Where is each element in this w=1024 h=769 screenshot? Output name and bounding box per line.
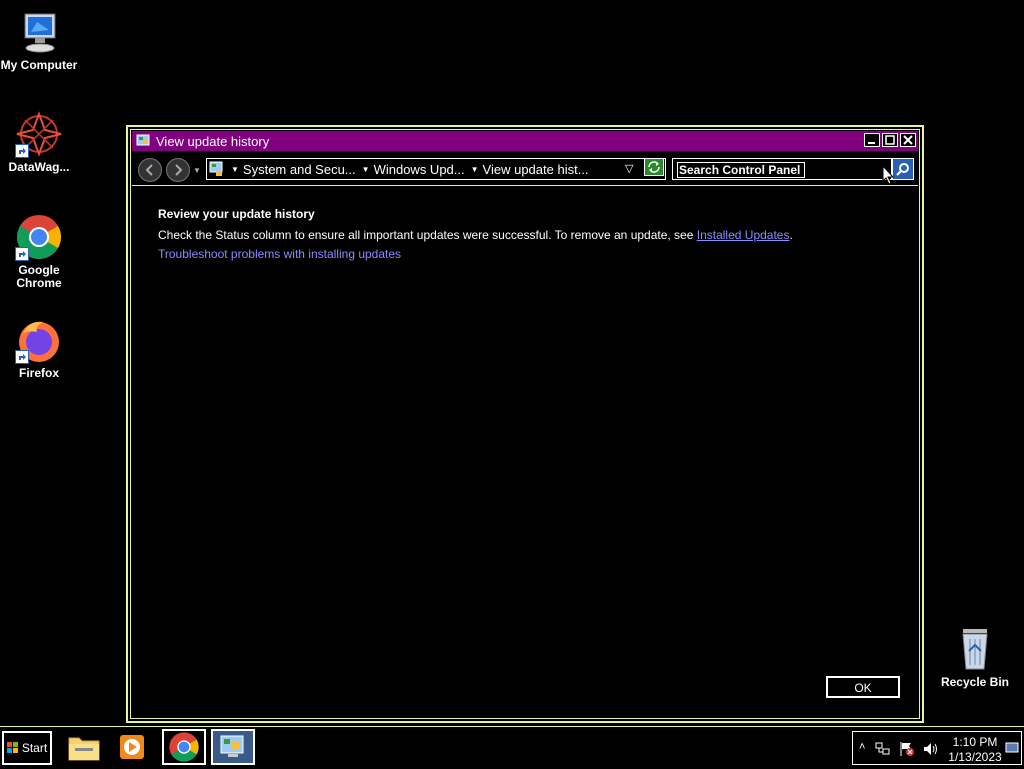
troubleshoot-link[interactable]: Troubleshoot problems with installing up…	[158, 247, 793, 261]
clock-time: 1:10 PM	[952, 735, 998, 749]
media-player-icon	[120, 735, 144, 759]
desktop-icon-datawag[interactable]: DataWag...	[0, 110, 78, 174]
window-title: View update history	[156, 133, 270, 149]
search-input[interactable]	[677, 162, 805, 178]
search-button[interactable]	[892, 158, 914, 180]
desktop-icon-label: Recycle Bin	[940, 675, 1010, 689]
page-heading: Review your update history	[158, 207, 315, 221]
close-button[interactable]	[900, 133, 916, 147]
maximize-button[interactable]	[882, 133, 898, 147]
forward-button[interactable]	[166, 158, 190, 182]
computer-icon	[15, 8, 63, 56]
desktop-icon-firefox[interactable]: Firefox	[0, 316, 78, 380]
desktop-icon-label: DataWag...	[8, 160, 70, 174]
desktop-icon-label: My Computer	[0, 58, 78, 72]
page-description: Check the Status column to ensure all im…	[158, 228, 793, 242]
update-history-window: View update history ▼ ▼ System and Secu.…	[126, 125, 924, 723]
mouse-cursor-icon	[882, 165, 894, 185]
firefox-icon	[15, 316, 63, 364]
recent-pages-dropdown-icon[interactable]: ▼	[193, 166, 201, 175]
close-icon	[903, 135, 913, 145]
description-text: Check the Status column to ensure all im…	[158, 228, 694, 242]
desktop-icon-google-chrome[interactable]: Google Chrome	[0, 213, 78, 290]
back-button[interactable]	[138, 158, 162, 182]
navigation-bar: ▼ ▼ System and Secu... ▼ Windows Upd... …	[132, 155, 918, 186]
window-titlebar[interactable]: View update history	[132, 131, 918, 151]
volume-icon[interactable]	[923, 742, 939, 756]
breadcrumb-view-update-history[interactable]: View update hist...	[483, 162, 589, 177]
ok-button[interactable]: OK	[826, 676, 900, 698]
windows-logo-icon	[6, 742, 18, 753]
recycle-bin-icon	[951, 625, 999, 673]
desktop-icon-my-computer[interactable]: My Computer	[0, 8, 78, 72]
taskbar-media-player[interactable]	[110, 729, 154, 765]
show-hidden-icons-button[interactable]: ˄	[859, 741, 865, 753]
search-box[interactable]	[672, 158, 892, 180]
breadcrumb-system-security[interactable]: System and Secu...	[243, 162, 356, 177]
refresh-button[interactable]	[644, 158, 664, 176]
breadcrumb-separator-icon[interactable]: ▼	[231, 165, 239, 174]
description-period: .	[789, 228, 793, 242]
taskbar-file-explorer[interactable]	[62, 729, 106, 765]
breadcrumb-separator-icon[interactable]: ▼	[471, 165, 479, 174]
minimize-icon	[868, 142, 875, 144]
search-icon	[896, 163, 909, 176]
control-panel-icon	[220, 735, 244, 757]
refresh-icon	[648, 161, 660, 173]
minimize-button[interactable]	[864, 133, 880, 147]
maximize-icon	[885, 135, 895, 145]
datawag-icon	[15, 110, 63, 158]
desktop-icon-recycle-bin[interactable]: Recycle Bin	[936, 625, 1014, 689]
taskbar-control-panel[interactable]	[211, 729, 255, 765]
forward-arrow-icon	[175, 164, 183, 176]
start-button[interactable]: Start	[2, 731, 52, 765]
shortcut-arrow-icon	[15, 144, 29, 158]
breadcrumb-separator-icon[interactable]: ▼	[362, 165, 370, 174]
address-history-dropdown-icon[interactable]: ▽	[625, 162, 633, 175]
start-label: Start	[21, 741, 48, 755]
control-panel-icon	[136, 133, 152, 149]
breadcrumb-windows-update[interactable]: Windows Upd...	[374, 162, 465, 177]
control-panel-icon	[209, 161, 225, 177]
clock-date: 1/13/2023	[948, 750, 1002, 764]
action-center-flag-icon[interactable]	[899, 741, 915, 757]
installed-updates-link[interactable]: Installed Updates	[697, 228, 790, 242]
address-bar[interactable]: ▼ System and Secu... ▼ Windows Upd... ▼ …	[206, 158, 666, 180]
taskbar-google-chrome[interactable]	[162, 729, 206, 765]
desktop-icon-label: Firefox	[18, 366, 59, 380]
chrome-icon	[169, 732, 199, 762]
taskbar: Start ˄ 1:10 PM 1/13/2023	[0, 726, 1024, 769]
desktop-icon-label: Google Chrome	[16, 263, 62, 290]
system-tray: ˄ 1:10 PM 1/13/2023	[852, 731, 1022, 765]
update-history-content: Review your update history Check the Sta…	[158, 207, 793, 261]
back-arrow-icon	[145, 164, 153, 176]
folder-icon	[68, 737, 100, 761]
shortcut-arrow-icon	[15, 247, 29, 261]
shortcut-arrow-icon	[15, 350, 29, 364]
show-desktop-icon[interactable]	[1005, 742, 1019, 754]
chrome-icon	[15, 213, 63, 261]
system-clock[interactable]: 1:10 PM 1/13/2023	[947, 735, 1003, 765]
network-icon[interactable]	[875, 742, 891, 756]
